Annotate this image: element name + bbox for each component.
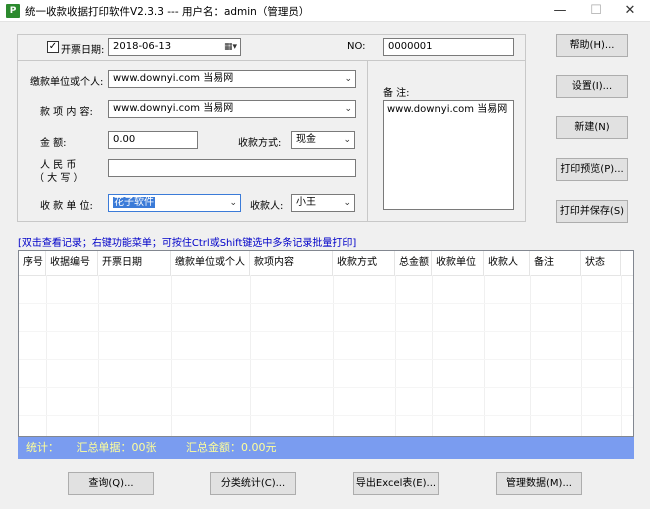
stats-label: 统计：: [26, 441, 59, 454]
rmb-label-line2: （ 大 写 ）: [34, 173, 84, 184]
unit-label: 收 款 单 位:: [40, 201, 93, 212]
manage-data-button[interactable]: 管理数据(M)...: [496, 472, 582, 495]
payer-combo[interactable]: www.downyi.com 当易网 ⌄: [108, 70, 356, 88]
grid-line: [530, 275, 531, 436]
payer-label: 缴款单位或个人:: [30, 77, 104, 88]
amount-label: 金 额:: [40, 138, 67, 149]
total-receipts: 汇总单据：00张: [76, 441, 157, 454]
close-icon[interactable]: ✕: [612, 0, 648, 22]
column-header-item[interactable]: 款项内容: [250, 251, 333, 275]
amount-field[interactable]: 0.00: [108, 131, 198, 149]
grid-line: [581, 275, 582, 436]
grid-line: [19, 387, 633, 388]
records-table[interactable]: 序号 收据编号 开票日期 缴款单位或个人 款项内容 收款方式 总金额 收款单位 …: [18, 250, 634, 437]
title-bar: P 统一收款收据打印软件V2.3.3 --- 用户名：admin（管理员） — …: [0, 0, 650, 22]
item-label: 款 项 内 容:: [40, 107, 93, 118]
no-field[interactable]: 0000001: [383, 38, 514, 56]
window-title: 统一收款收据打印软件V2.3.3 --- 用户名：admin（管理员）: [25, 6, 310, 18]
grid-line: [19, 415, 633, 416]
header-divider: [17, 60, 526, 61]
grid-line: [621, 275, 622, 436]
grid-line: [395, 275, 396, 436]
item-combo[interactable]: www.downyi.com 当易网 ⌄: [108, 100, 356, 118]
pay-method-value: 现金: [296, 134, 316, 145]
invoice-date-checkbox[interactable]: ✓: [47, 41, 59, 53]
column-header-index[interactable]: 序号: [19, 251, 46, 275]
print-preview-button[interactable]: 打印预览(P)...: [556, 158, 628, 181]
usage-hint: [双击查看记录；右键功能菜单；可按住Ctrl或Shift键选中多条记录批量打印]: [18, 238, 357, 249]
chevron-down-icon[interactable]: ⌄: [343, 196, 351, 210]
payer-value: www.downyi.com 当易网: [113, 73, 234, 84]
column-header-date[interactable]: 开票日期: [98, 251, 171, 275]
calendar-dropdown-icon[interactable]: ▦▾: [224, 40, 237, 54]
grid-line: [98, 275, 99, 436]
grid-line: [19, 303, 633, 304]
column-header-remarks[interactable]: 备注: [530, 251, 581, 275]
column-header-unit[interactable]: 收款单位: [432, 251, 484, 275]
settings-button[interactable]: 设置(I)...: [556, 75, 628, 98]
grid-line: [19, 359, 633, 360]
grid-line: [432, 275, 433, 436]
minimize-icon[interactable]: —: [542, 0, 578, 22]
category-stats-button[interactable]: 分类统计(C)...: [210, 472, 296, 495]
query-button[interactable]: 查询(Q)...: [68, 472, 154, 495]
grid-line: [171, 275, 172, 436]
total-amount: 汇总金额：0.00元: [186, 441, 277, 454]
new-button[interactable]: 新建(N): [556, 116, 628, 139]
remarks-label: 备 注:: [383, 88, 410, 99]
pay-method-label: 收款方式:: [238, 138, 282, 149]
rmb-uppercase-field[interactable]: [108, 159, 356, 177]
grid-line: [250, 275, 251, 436]
no-label: NO:: [347, 41, 366, 52]
grid-line: [484, 275, 485, 436]
print-save-button[interactable]: 打印并保存(S): [556, 200, 628, 223]
grid-line: [46, 275, 47, 436]
app-icon: P: [6, 4, 20, 18]
item-value: www.downyi.com 当易网: [113, 103, 234, 114]
table-header: 序号 收据编号 开票日期 缴款单位或个人 款项内容 收款方式 总金额 收款单位 …: [19, 251, 633, 276]
maximize-icon[interactable]: ☐: [578, 0, 614, 22]
grid-line: [19, 331, 633, 332]
receiver-combo[interactable]: 小王 ⌄: [291, 194, 355, 212]
unit-combo[interactable]: 花子软件 ⌄: [108, 194, 241, 212]
column-header-payer[interactable]: 缴款单位或个人: [171, 251, 250, 275]
chevron-down-icon[interactable]: ⌄: [344, 72, 352, 86]
column-header-pay-method[interactable]: 收款方式: [333, 251, 395, 275]
chevron-down-icon[interactable]: ⌄: [344, 102, 352, 116]
remarks-textarea[interactable]: www.downyi.com 当易网: [383, 100, 514, 210]
chevron-down-icon[interactable]: ⌄: [343, 133, 351, 147]
receiver-value: 小王: [296, 197, 316, 208]
invoice-date-label: 开票日期:: [61, 45, 105, 56]
grid-line: [333, 275, 334, 436]
receiver-label: 收款人:: [250, 201, 284, 212]
unit-value: 花子软件: [113, 197, 155, 208]
column-header-total[interactable]: 总金额: [395, 251, 432, 275]
summary-bar: 统计： 汇总单据：00张 汇总金额：0.00元: [18, 437, 634, 459]
invoice-date-value: 2018-06-13: [113, 41, 172, 52]
column-header-status[interactable]: 状态: [581, 251, 621, 275]
invoice-date-picker[interactable]: 2018-06-13 ▦▾: [108, 38, 241, 56]
pay-method-combo[interactable]: 现金 ⌄: [291, 131, 355, 149]
column-header-receiver[interactable]: 收款人: [484, 251, 530, 275]
help-button[interactable]: 帮助(H)...: [556, 34, 628, 57]
chevron-down-icon[interactable]: ⌄: [229, 196, 237, 210]
export-excel-button[interactable]: 导出Excel表(E)...: [353, 472, 439, 495]
column-header-receipt-no[interactable]: 收据编号: [46, 251, 98, 275]
form-divider: [367, 60, 368, 221]
